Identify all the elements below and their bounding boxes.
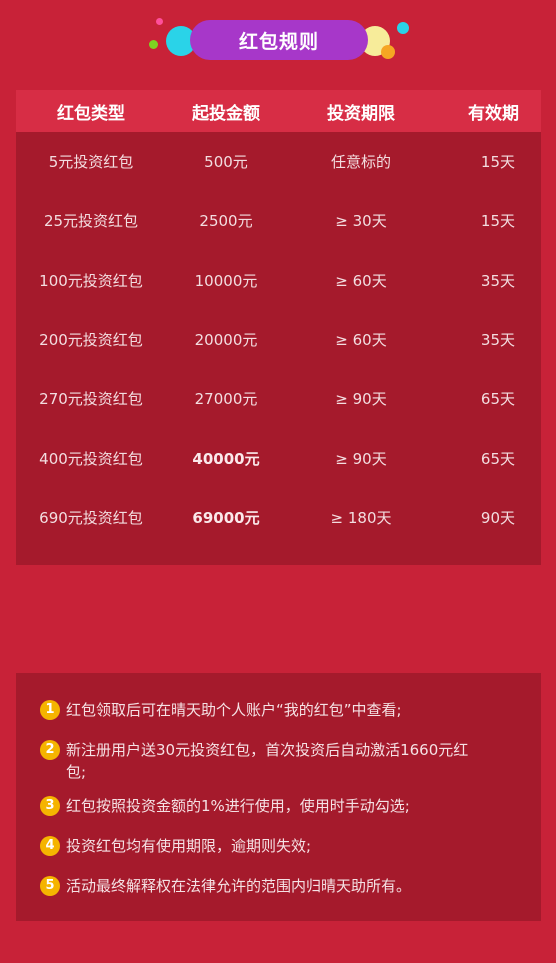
header-term: 投资期限 bbox=[327, 103, 395, 124]
cell-type: 200元投资红包 bbox=[39, 331, 143, 350]
note-text: 红包领取后可在晴天助个人账户“我的红包”中查看; bbox=[66, 701, 402, 719]
note-item: 3 红包按照投资金额的1%进行使用，使用时手动勾选; bbox=[40, 795, 520, 817]
header-valid: 有效期 bbox=[468, 103, 519, 124]
cell-valid: 65天 bbox=[480, 449, 515, 468]
cell-valid: 90天 bbox=[480, 508, 515, 527]
cell-term: ≥ 90天 bbox=[335, 390, 387, 409]
cell-amount: 500元 bbox=[204, 153, 248, 172]
table-row: 200元投资红包 20000元 ≥ 60天 35天 bbox=[16, 310, 541, 369]
header-type: 红包类型 bbox=[57, 103, 125, 124]
table-row: 270元投资红包 27000元 ≥ 90天 65天 bbox=[16, 369, 541, 428]
cell-amount: 27000元 bbox=[194, 390, 258, 409]
decoration-dot-cyan-icon bbox=[397, 22, 409, 34]
table-row: 25元投资红包 2500元 ≥ 30天 15天 bbox=[16, 191, 541, 250]
cell-type: 270元投资红包 bbox=[39, 390, 143, 409]
cell-type: 690元投资红包 bbox=[39, 508, 143, 527]
cell-term: ≥ 60天 bbox=[335, 331, 387, 350]
cell-amount: 69000元 bbox=[192, 508, 260, 527]
number-badge-icon: 3 bbox=[40, 796, 60, 816]
cell-term: 任意标的 bbox=[330, 153, 391, 172]
table-row: 690元投资红包 69000元 ≥ 180天 90天 bbox=[16, 488, 541, 547]
cell-type: 25元投资红包 bbox=[43, 212, 139, 231]
number-badge-icon: 4 bbox=[40, 836, 60, 856]
note-text: 活动最终解释权在法律允许的范围内归晴天助所有。 bbox=[66, 877, 412, 895]
note-item: 2 新注册用户送30元投资红包，首次投资后自动激活1660元红包; bbox=[40, 739, 520, 783]
cell-type: 100元投资红包 bbox=[39, 271, 143, 290]
cell-type: 5元投资红包 bbox=[48, 153, 134, 172]
cell-amount: 40000元 bbox=[192, 449, 260, 468]
title-banner: 红包规则 bbox=[0, 0, 556, 80]
number-badge-icon: 2 bbox=[40, 740, 60, 760]
cell-term: ≥ 180天 bbox=[330, 508, 392, 527]
note-text: 红包按照投资金额的1%进行使用，使用时手动勾选; bbox=[66, 797, 410, 815]
table-body: 5元投资红包 500元 任意标的 15天 25元投资红包 2500元 ≥ 30天… bbox=[16, 132, 541, 547]
table-header: 红包类型 起投金额 投资期限 有效期 bbox=[16, 90, 541, 132]
cell-valid: 15天 bbox=[480, 153, 515, 172]
note-item: 5 活动最终解释权在法律允许的范围内归晴天助所有。 bbox=[40, 875, 520, 897]
red-packet-table: 红包类型 起投金额 投资期限 有效期 5元投资红包 500元 任意标的 15天 … bbox=[16, 90, 541, 565]
decoration-dot-pink-icon bbox=[156, 18, 163, 25]
table-row: 400元投资红包 40000元 ≥ 90天 65天 bbox=[16, 428, 541, 487]
table-row: 100元投资红包 10000元 ≥ 60天 35天 bbox=[16, 251, 541, 310]
cell-amount: 10000元 bbox=[194, 271, 258, 290]
decoration-dot-green-icon bbox=[149, 40, 158, 49]
note-text: 新注册用户送30元投资红包，首次投资后自动激活1660元红包; bbox=[66, 741, 469, 781]
number-badge-icon: 1 bbox=[40, 700, 60, 720]
cell-valid: 35天 bbox=[480, 271, 515, 290]
cell-term: ≥ 60天 bbox=[335, 271, 387, 290]
cell-amount: 20000元 bbox=[194, 331, 258, 350]
cell-valid: 15天 bbox=[480, 212, 515, 231]
cell-valid: 65天 bbox=[480, 390, 515, 409]
note-item: 4 投资红包均有使用期限，逾期则失效; bbox=[40, 835, 520, 857]
note-text: 投资红包均有使用期限，逾期则失效; bbox=[66, 837, 312, 855]
rules-notes-panel: 1 红包领取后可在晴天助个人账户“我的红包”中查看; 2 新注册用户送30元投资… bbox=[16, 673, 541, 921]
header-amount: 起投金额 bbox=[192, 103, 260, 124]
cell-amount: 2500元 bbox=[199, 212, 253, 231]
cell-term: ≥ 30天 bbox=[335, 212, 387, 231]
cell-term: ≥ 90天 bbox=[335, 449, 387, 468]
cell-valid: 35天 bbox=[480, 331, 515, 350]
cell-type: 400元投资红包 bbox=[39, 449, 143, 468]
number-badge-icon: 5 bbox=[40, 876, 60, 896]
table-row: 5元投资红包 500元 任意标的 15天 bbox=[16, 132, 541, 191]
decoration-dot-orange-icon bbox=[381, 45, 395, 59]
page-title: 红包规则 bbox=[190, 20, 368, 60]
note-item: 1 红包领取后可在晴天助个人账户“我的红包”中查看; bbox=[40, 699, 520, 721]
